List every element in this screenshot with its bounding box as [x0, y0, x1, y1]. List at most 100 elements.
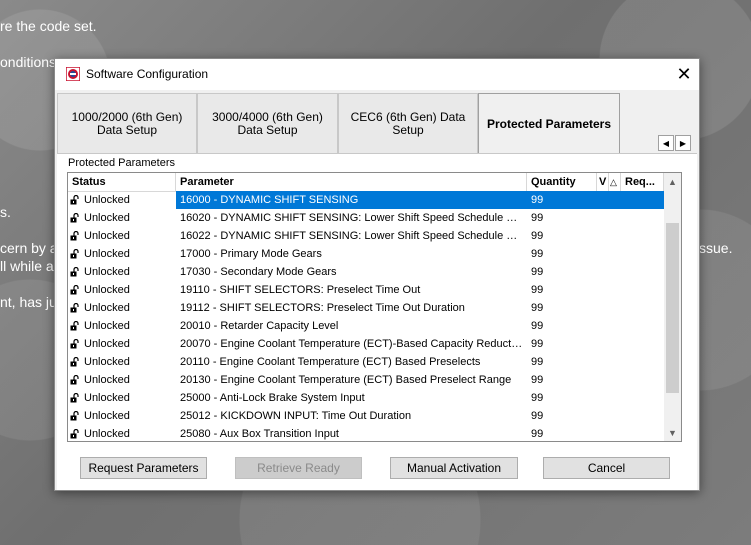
background-text-line: cern by a — [0, 240, 58, 256]
parameter-cell: 17030 - Secondary Mode Gears 99 — [176, 263, 664, 281]
unlocked-padlock-icon — [70, 231, 79, 241]
parameter-cell: 20130 - Engine Coolant Temperature (ECT)… — [176, 371, 664, 389]
column-header-parameter[interactable]: Parameter — [176, 173, 527, 191]
parameter-text: 25080 - Aux Box Transition Input — [180, 428, 339, 440]
parameter-cell: 25000 - Anti-Lock Brake System Input 99 — [176, 389, 664, 407]
status-cell: Unlocked — [84, 248, 130, 260]
column-header-status[interactable]: Status — [68, 173, 176, 191]
table-row[interactable]: Unlocked 17030 - Secondary Mode Gears 99 — [68, 263, 664, 281]
request-parameters-button[interactable]: Request Parameters — [80, 457, 207, 479]
parameter-cell: 16022 - DYNAMIC SHIFT SENSING: Lower Shi… — [176, 227, 664, 245]
tab-scroll-buttons: ◀ ▶ — [658, 135, 691, 151]
table-row[interactable]: Unlocked 20070 - Engine Coolant Temperatu… — [68, 335, 664, 353]
quantity-cell: 99 — [531, 212, 544, 224]
status-cell: Unlocked — [84, 320, 130, 332]
quantity-cell: 99 — [531, 302, 544, 314]
unlocked-padlock-icon — [70, 213, 79, 223]
unlocked-padlock-icon — [70, 303, 79, 313]
quantity-cell: 99 — [531, 374, 544, 386]
status-cell: Unlocked — [84, 428, 130, 440]
column-header-required[interactable]: Req... — [621, 173, 664, 191]
parameter-cell: 20010 - Retarder Capacity Level 99 — [176, 317, 664, 335]
tab-label: Protected Parameters — [486, 117, 612, 131]
title-bar: Software Configuration ✕ — [55, 59, 699, 90]
scrollbar-thumb[interactable] — [666, 223, 679, 393]
window-title: Software Configuration — [86, 67, 209, 81]
table-row[interactable]: Unlocked 20130 - Engine Coolant Temperatu… — [68, 371, 664, 389]
tab-cec6-setup[interactable]: CEC6 (6th Gen) Data Setup — [338, 93, 478, 154]
sort-ascending-icon: △ — [609, 173, 621, 191]
software-configuration-dialog: Software Configuration ✕ 1000/2000 (6th … — [54, 58, 700, 491]
quantity-cell: 99 — [531, 230, 544, 242]
protected-parameters-panel: Protected Parameters Status Parameter Qu… — [57, 153, 697, 490]
background-text-line: onditions — [0, 54, 57, 70]
unlocked-padlock-icon — [70, 249, 79, 259]
parameter-text: 20070 - Engine Coolant Temperature (ECT)… — [180, 338, 523, 350]
tab-1000-2000-setup[interactable]: 1000/2000 (6th Gen) Data Setup — [57, 93, 197, 154]
table-row[interactable]: Unlocked 20110 - Engine Coolant Temperatu… — [68, 353, 664, 371]
parameter-cell: 17000 - Primary Mode Gears 99 — [176, 245, 664, 263]
tab-scroll-left-icon[interactable]: ◀ — [658, 135, 674, 151]
table-row[interactable]: Unlocked 19112 - SHIFT SELECTORS: Presele… — [68, 299, 664, 317]
parameter-text: 17000 - Primary Mode Gears — [180, 248, 322, 260]
parameter-text: 19112 - SHIFT SELECTORS: Preselect Time … — [180, 302, 465, 314]
column-header-quantity[interactable]: Quantity — [527, 173, 597, 191]
unlocked-padlock-icon — [70, 267, 79, 277]
parameter-cell: 19110 - SHIFT SELECTORS: Preselect Time … — [176, 281, 664, 299]
quantity-cell: 99 — [531, 392, 544, 404]
status-cell: Unlocked — [84, 392, 130, 404]
quantity-cell: 99 — [531, 428, 544, 440]
status-cell: Unlocked — [84, 410, 130, 422]
status-cell: Unlocked — [84, 374, 130, 386]
table-row[interactable]: Unlocked 16000 - DYNAMIC SHIFT SENSING 99 — [68, 191, 664, 209]
parameters-grid[interactable]: Status Parameter Quantity V △ Req... Unl… — [67, 172, 682, 442]
tab-scroll-right-icon[interactable]: ▶ — [675, 135, 691, 151]
scroll-up-icon[interactable]: ▲ — [664, 173, 681, 190]
table-row[interactable]: Unlocked 25000 - Anti-Lock Brake System I… — [68, 389, 664, 407]
column-header-v[interactable]: V — [597, 173, 609, 191]
quantity-cell: 99 — [531, 248, 544, 260]
grid-header: Status Parameter Quantity V △ Req... — [68, 173, 664, 192]
quantity-cell: 99 — [531, 356, 544, 368]
quantity-cell: 99 — [531, 320, 544, 332]
tab-3000-4000-setup[interactable]: 3000/4000 (6th Gen) Data Setup — [197, 93, 338, 154]
quantity-cell: 99 — [531, 194, 544, 206]
unlocked-padlock-icon — [70, 195, 79, 205]
scroll-down-icon[interactable]: ▼ — [664, 424, 681, 441]
unlocked-padlock-icon — [70, 393, 79, 403]
table-row[interactable]: Unlocked 17000 - Primary Mode Gears 99 — [68, 245, 664, 263]
parameter-text: 19110 - SHIFT SELECTORS: Preselect Time … — [180, 284, 421, 296]
group-label: Protected Parameters — [68, 157, 175, 169]
status-cell: Unlocked — [84, 230, 130, 242]
table-row[interactable]: Unlocked 16020 - DYNAMIC SHIFT SENSING: L… — [68, 209, 664, 227]
background-text-line: s. — [0, 204, 11, 220]
retrieve-ready-button[interactable]: Retrieve Ready — [235, 457, 362, 479]
unlocked-padlock-icon — [70, 375, 79, 385]
tab-protected-parameters[interactable]: Protected Parameters — [478, 93, 620, 155]
parameter-cell: 20070 - Engine Coolant Temperature (ECT)… — [176, 335, 664, 353]
unlocked-padlock-icon — [70, 285, 79, 295]
status-cell: Unlocked — [84, 284, 130, 296]
table-row[interactable]: Unlocked 25080 - Aux Box Transition Input… — [68, 425, 664, 441]
table-row[interactable]: Unlocked 20010 - Retarder Capacity Level 9… — [68, 317, 664, 335]
parameter-text: 25012 - KICKDOWN INPUT: Time Out Duratio… — [180, 410, 412, 422]
cancel-button[interactable]: Cancel — [543, 457, 670, 479]
table-row[interactable]: Unlocked 19110 - SHIFT SELECTORS: Presele… — [68, 281, 664, 299]
tab-label: 1000/2000 (6th Gen) Data Setup — [71, 110, 183, 137]
parameter-cell: 25080 - Aux Box Transition Input 99 — [176, 425, 664, 441]
vertical-scrollbar[interactable]: ▲ ▼ — [664, 173, 681, 441]
close-icon[interactable]: ✕ — [669, 59, 699, 90]
table-row[interactable]: Unlocked 16022 - DYNAMIC SHIFT SENSING: L… — [68, 227, 664, 245]
parameter-cell: 19112 - SHIFT SELECTORS: Preselect Time … — [176, 299, 664, 317]
status-cell: Unlocked — [84, 338, 130, 350]
table-row[interactable]: Unlocked 25012 - KICKDOWN INPUT: Time Out… — [68, 407, 664, 425]
status-cell: Unlocked — [84, 302, 130, 314]
background-text-line: re the code set. — [0, 18, 97, 34]
status-cell: Unlocked — [84, 212, 130, 224]
parameter-text: 20010 - Retarder Capacity Level — [180, 320, 339, 332]
status-cell: Unlocked — [84, 266, 130, 278]
background-text-line: ssue. — [699, 240, 733, 256]
parameter-text: 20110 - Engine Coolant Temperature (ECT)… — [180, 356, 481, 368]
quantity-cell: 99 — [531, 410, 544, 422]
manual-activation-button[interactable]: Manual Activation — [390, 457, 518, 479]
